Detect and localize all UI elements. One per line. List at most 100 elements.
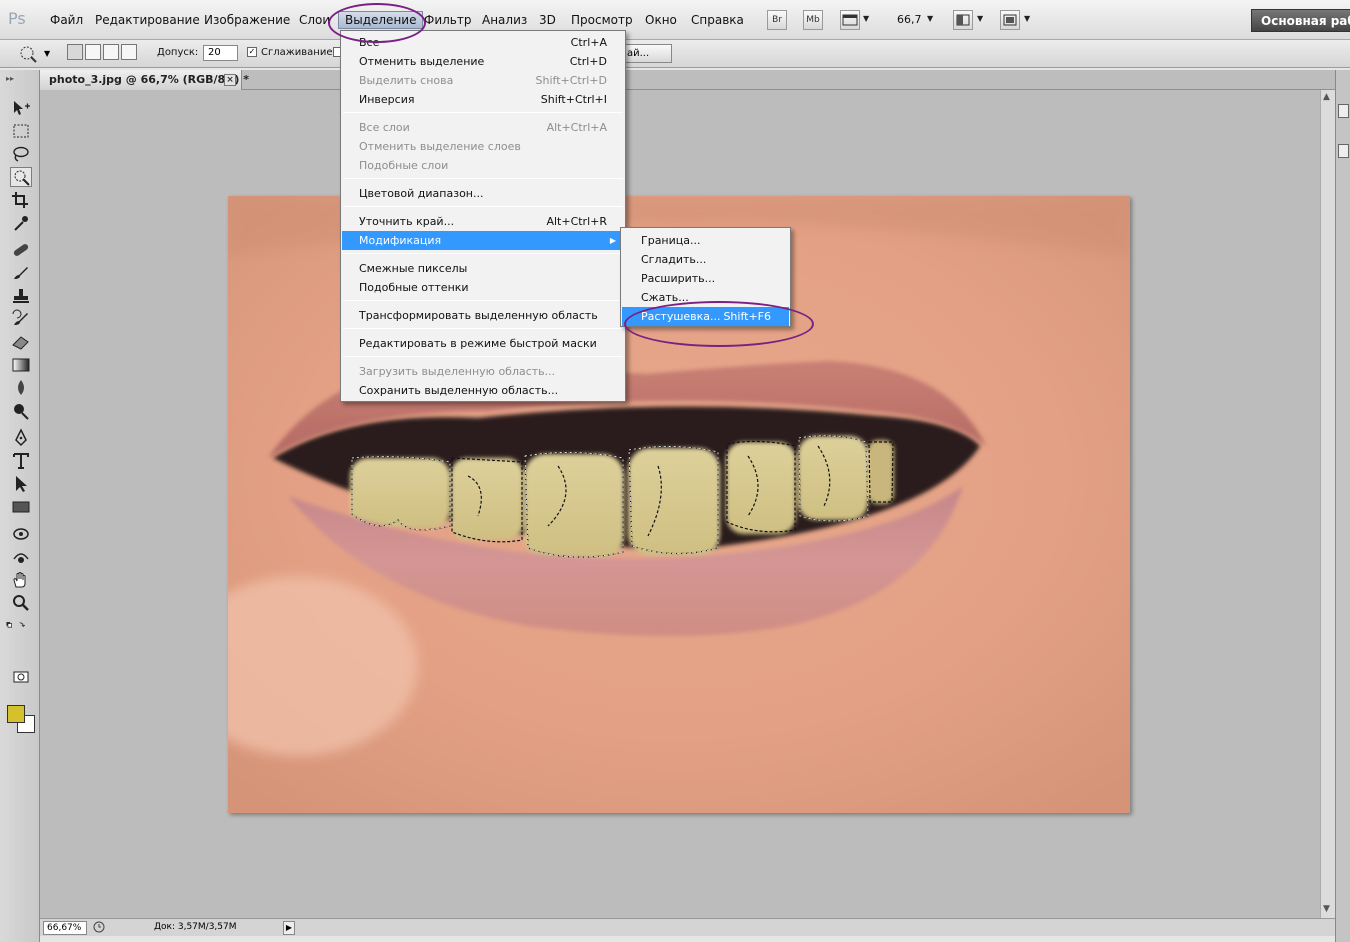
quick-mask-icon[interactable]	[10, 667, 32, 687]
workspace-switcher[interactable]: Основная рабочая среда	[1251, 9, 1350, 32]
swap-colors-icon[interactable]	[5, 615, 35, 629]
select-menu-dropdown: Все Ctrl+A Отменить выделение Ctrl+D Выделит…	[340, 30, 626, 402]
menu-window[interactable]: Окно	[639, 11, 683, 29]
chevron-down-icon[interactable]: ▼	[44, 49, 50, 58]
vertical-scrollbar[interactable]: ▲ ▼	[1320, 90, 1335, 918]
menu-file[interactable]: Файл	[44, 11, 89, 29]
marquee-tool-icon[interactable]	[10, 121, 32, 141]
clone-stamp-tool-icon[interactable]	[10, 286, 32, 306]
tolerance-input[interactable]: 20	[203, 45, 238, 61]
select-menu-item[interactable]: Трансформировать выделенную область	[342, 306, 624, 325]
move-tool-icon[interactable]	[10, 98, 32, 118]
select-menu-item[interactable]: Все слои Alt+Ctrl+A	[342, 118, 624, 137]
crop-tool-icon[interactable]	[10, 190, 32, 210]
photoshop-logo: Ps	[8, 9, 26, 28]
menu-item-label: Цветовой диапазон...	[359, 187, 484, 200]
new-selection-mode[interactable]	[67, 44, 83, 60]
menu-item-shortcut: Ctrl+D	[569, 55, 607, 68]
scroll-up-icon[interactable]: ▲	[1323, 92, 1330, 102]
menu-separator	[343, 300, 623, 301]
document-tab[interactable]: photo_3.jpg @ 66,7% (RGB/8#) * ×	[40, 70, 249, 90]
modify-menu-item[interactable]: Сгладить...	[622, 250, 789, 269]
select-menu-item[interactable]: Все Ctrl+A	[342, 33, 624, 52]
menu-item-shortcut: Shift+Ctrl+D	[535, 74, 607, 87]
scroll-down-icon[interactable]: ▼	[1323, 904, 1330, 914]
history-brush-tool-icon[interactable]	[10, 309, 32, 329]
intersect-selection-mode[interactable]	[121, 44, 137, 60]
menu-select[interactable]: Выделение	[338, 11, 424, 29]
eraser-tool-icon[interactable]	[10, 332, 32, 352]
modify-menu-item[interactable]: Расширить...	[622, 269, 789, 288]
antialias-label: Сглаживание	[261, 47, 333, 58]
select-menu-item[interactable]: Подобные оттенки	[342, 278, 624, 297]
foreground-color-swatch[interactable]	[7, 705, 25, 723]
modify-menu-item[interactable]: Граница...	[622, 231, 789, 250]
chevron-down-icon[interactable]: ▼	[927, 14, 933, 23]
3d-orbit-tool-icon[interactable]	[10, 547, 32, 567]
dodge-tool-icon[interactable]	[10, 401, 32, 421]
gradient-tool-icon[interactable]	[10, 355, 32, 375]
select-menu-item[interactable]: Смежные пикселы	[342, 259, 624, 278]
menu-filter[interactable]: Фильтр	[418, 11, 477, 29]
zoom-tool-icon[interactable]	[10, 593, 32, 613]
menu-analysis[interactable]: Анализ	[476, 11, 533, 29]
arrange-documents-button[interactable]	[953, 10, 973, 30]
status-bar: 66,67% Док: 3,57M/3,57M ▶	[40, 918, 1335, 936]
select-menu-item[interactable]: Отменить выделение слоев	[342, 137, 624, 156]
menu-layers[interactable]: Слои	[293, 11, 336, 29]
panel-icon[interactable]	[1338, 104, 1349, 118]
subtract-selection-mode[interactable]	[103, 44, 119, 60]
select-menu-item[interactable]: Редактировать в режиме быстрой маски	[342, 334, 624, 353]
blur-tool-icon[interactable]	[10, 378, 32, 398]
menu-item-label: Уточнить край...	[359, 215, 455, 228]
modify-item-feather[interactable]: Растушевка... Shift+F6	[622, 307, 789, 326]
select-menu-item[interactable]: Загрузить выделенную область...	[342, 362, 624, 381]
path-selection-tool-icon[interactable]	[10, 474, 32, 494]
menu-item-label: Модификация	[359, 234, 442, 247]
status-menu-icon[interactable]: ▶	[283, 921, 295, 935]
chevron-down-icon[interactable]: ▼	[863, 14, 869, 23]
type-tool-icon[interactable]	[10, 451, 32, 471]
extras-button[interactable]	[840, 10, 860, 30]
add-selection-mode[interactable]	[85, 44, 101, 60]
menu-3d[interactable]: 3D	[533, 11, 562, 29]
pen-tool-icon[interactable]	[10, 428, 32, 448]
menu-item-shortcut: Shift+F6	[723, 310, 771, 323]
3d-rotate-tool-icon[interactable]	[10, 524, 32, 544]
menu-help[interactable]: Справка	[685, 11, 750, 29]
rectangle-tool-icon[interactable]	[10, 497, 32, 517]
status-info-icon[interactable]	[93, 921, 105, 936]
quick-selection-preset-icon[interactable]	[18, 45, 38, 66]
zoom-field[interactable]: 66,67%	[43, 921, 87, 935]
menu-item-shortcut: Shift+Ctrl+I	[540, 93, 607, 106]
zoom-level[interactable]: 66,7	[891, 11, 928, 29]
chevron-down-icon[interactable]: ▼	[1024, 14, 1030, 23]
select-menu-item[interactable]: Уточнить край... Alt+Ctrl+R	[342, 212, 624, 231]
select-menu-item[interactable]: Сохранить выделенную область...	[342, 381, 624, 400]
screen-mode-button[interactable]	[1000, 10, 1020, 30]
bridge-button[interactable]: Br	[767, 10, 787, 30]
healing-brush-tool-icon[interactable]	[10, 240, 32, 260]
eyedropper-tool-icon[interactable]	[10, 213, 32, 233]
select-menu-item[interactable]: Инверсия Shift+Ctrl+I	[342, 90, 624, 109]
select-menu-item[interactable]: Выделить снова Shift+Ctrl+D	[342, 71, 624, 90]
select-menu-item[interactable]: Цветовой диапазон...	[342, 184, 624, 203]
select-menu-item-modify[interactable]: Модификация ▶	[342, 231, 624, 250]
menu-edit[interactable]: Редактирование	[89, 11, 206, 29]
modify-menu-item[interactable]: Сжать...	[622, 288, 789, 307]
chevron-down-icon[interactable]: ▼	[977, 14, 983, 23]
minibridge-button[interactable]: Mb	[803, 10, 823, 30]
lasso-tool-icon[interactable]	[10, 144, 32, 164]
select-menu-item[interactable]: Подобные слои	[342, 156, 624, 175]
quick-selection-tool-icon[interactable]	[10, 167, 32, 187]
refine-edge-button[interactable]: ай...	[622, 44, 672, 63]
hand-tool-icon[interactable]	[10, 570, 32, 590]
antialias-checkbox[interactable]: ✓	[247, 47, 257, 57]
menu-view[interactable]: Просмотр	[565, 11, 639, 29]
panel-icon[interactable]	[1338, 144, 1349, 158]
panel-collapse-icon[interactable]: ▸▸	[6, 74, 14, 83]
menu-image[interactable]: Изображение	[198, 11, 296, 29]
close-icon[interactable]: ×	[224, 74, 236, 86]
brush-tool-icon[interactable]	[10, 263, 32, 283]
select-menu-item[interactable]: Отменить выделение Ctrl+D	[342, 52, 624, 71]
